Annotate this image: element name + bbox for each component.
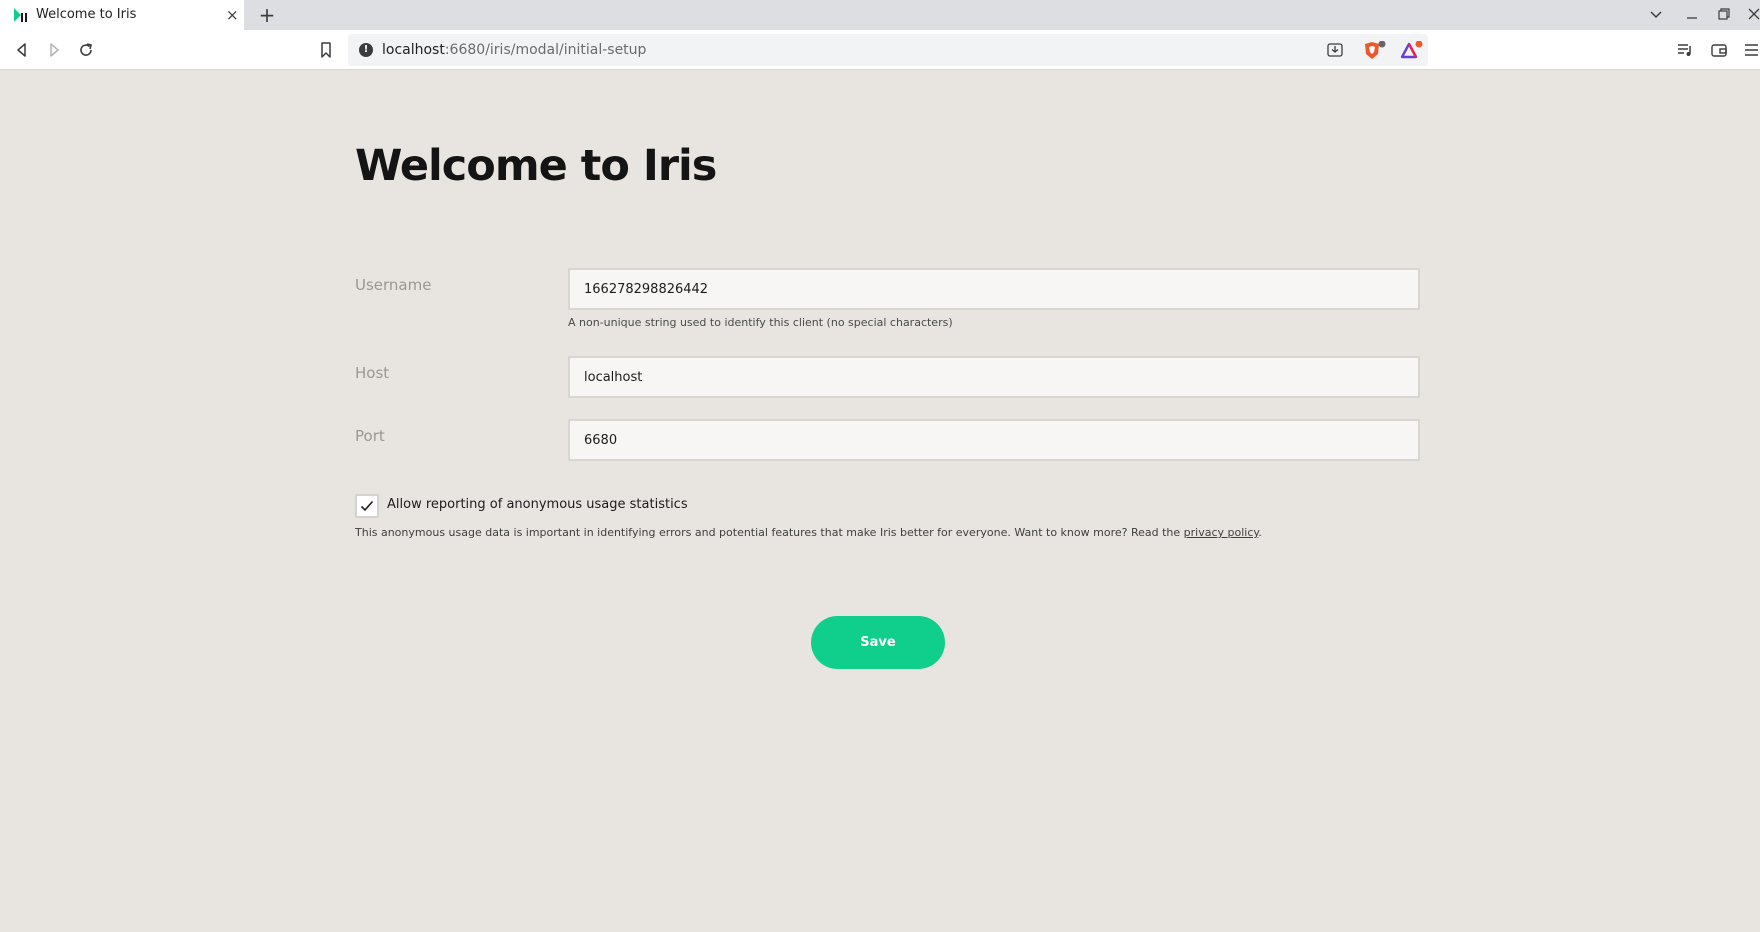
page-title: Welcome to Iris bbox=[355, 141, 717, 191]
iris-favicon-icon bbox=[13, 7, 29, 23]
usage-stats-checkbox[interactable] bbox=[355, 494, 379, 518]
download-icon[interactable] bbox=[1326, 41, 1344, 59]
checkmark-icon bbox=[360, 500, 374, 512]
new-tab-icon[interactable]: + bbox=[258, 5, 276, 25]
restore-icon[interactable] bbox=[1716, 7, 1732, 23]
browser-tab-bar: Welcome to Iris × + bbox=[0, 0, 1760, 30]
username-label: Username bbox=[355, 276, 432, 294]
browser-tab-active[interactable]: Welcome to Iris × bbox=[0, 0, 244, 30]
privacy-policy-link[interactable]: privacy policy bbox=[1184, 526, 1259, 539]
playlist-icon[interactable] bbox=[1676, 41, 1694, 59]
tab-close-icon[interactable]: × bbox=[226, 6, 239, 24]
url-text[interactable]: localhost:6680/iris/modal/initial-setup bbox=[382, 42, 646, 58]
window-close-icon[interactable] bbox=[1746, 7, 1760, 23]
browser-toolbar: ! localhost:6680/iris/modal/initial-setu… bbox=[0, 30, 1760, 70]
port-label: Port bbox=[355, 427, 385, 445]
tab-title: Welcome to Iris bbox=[36, 7, 137, 22]
usage-note-text: This anonymous usage data is important i… bbox=[355, 526, 1184, 539]
username-input[interactable] bbox=[568, 268, 1420, 310]
url-host: localhost bbox=[382, 42, 445, 58]
site-info-icon[interactable]: ! bbox=[359, 43, 373, 57]
save-button[interactable]: Save bbox=[811, 616, 945, 669]
usage-note-end: . bbox=[1258, 526, 1262, 539]
brave-rewards-icon[interactable] bbox=[1400, 40, 1423, 59]
brave-shield-icon[interactable] bbox=[1363, 40, 1386, 59]
host-input[interactable] bbox=[568, 356, 1420, 398]
url-path: :6680/iris/modal/initial-setup bbox=[444, 42, 647, 58]
minimize-icon[interactable] bbox=[1684, 7, 1700, 23]
host-label: Host bbox=[355, 364, 390, 382]
usage-stats-note: This anonymous usage data is important i… bbox=[355, 526, 1262, 540]
username-help-text: A non-unique string used to identify thi… bbox=[568, 316, 953, 329]
usage-stats-label[interactable]: Allow reporting of anonymous usage stati… bbox=[387, 497, 688, 513]
reload-icon[interactable] bbox=[77, 41, 95, 59]
port-input[interactable] bbox=[568, 419, 1420, 461]
bookmark-icon[interactable] bbox=[317, 41, 335, 59]
address-bar[interactable]: ! localhost:6680/iris/modal/initial-setu… bbox=[348, 34, 1428, 66]
wallet-icon[interactable] bbox=[1710, 41, 1728, 59]
back-icon[interactable] bbox=[13, 41, 31, 59]
menu-icon[interactable] bbox=[1742, 41, 1758, 59]
tab-list-chevron-down-icon[interactable] bbox=[1648, 7, 1664, 23]
forward-icon[interactable] bbox=[45, 41, 63, 59]
